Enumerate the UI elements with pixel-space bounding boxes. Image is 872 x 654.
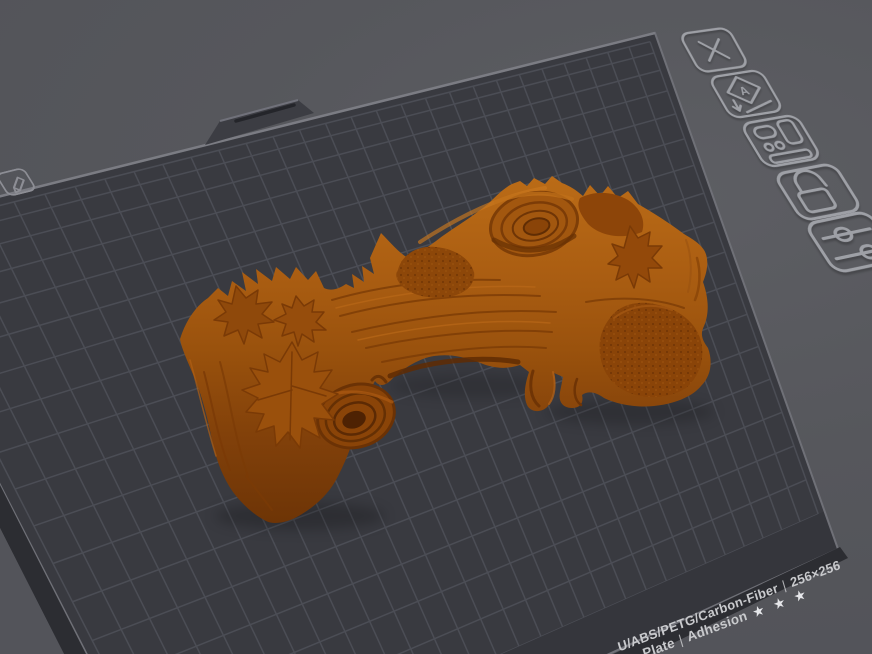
viewport-3d[interactable]: A	[0, 0, 872, 654]
pencil-icon	[8, 176, 29, 192]
close-icon	[699, 39, 729, 61]
orient-letter: A	[736, 84, 752, 98]
